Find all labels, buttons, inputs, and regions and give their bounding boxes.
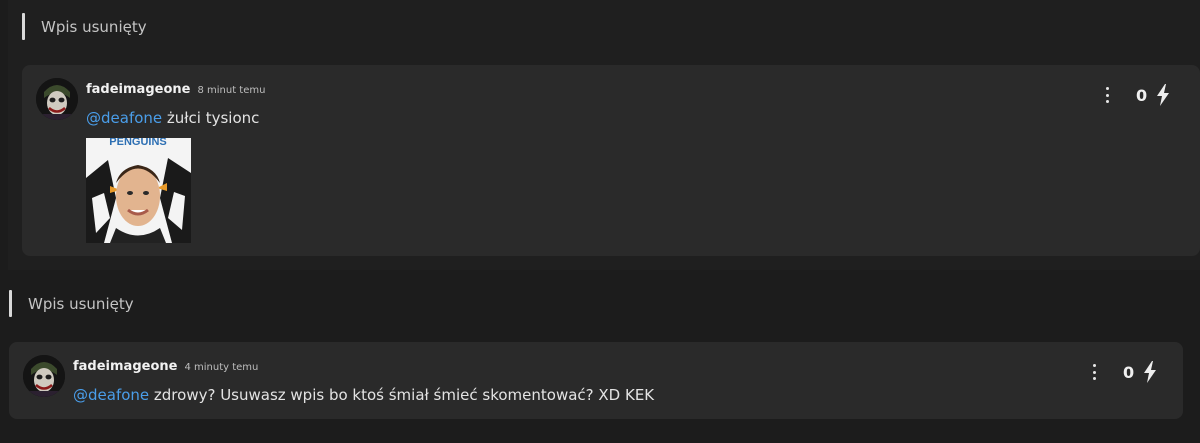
lightning-bolt-icon[interactable] — [1143, 361, 1157, 383]
deleted-post-label: Wpis usunięty — [41, 17, 147, 36]
timestamp[interactable]: 4 minuty temu — [184, 362, 258, 373]
username[interactable]: fadeimageone — [86, 82, 190, 97]
more-vertical-icon[interactable] — [1104, 87, 1110, 103]
vote-score: 0 — [1136, 85, 1148, 105]
username[interactable]: fadeimageone — [73, 359, 177, 374]
comment-text: @deafone zdrowy? Usuwasz wpis bo ktoś śm… — [73, 386, 654, 404]
timestamp[interactable]: 8 minut temu — [197, 85, 265, 96]
vote-score: 0 — [1123, 362, 1135, 382]
comment-card: fadeimageone 8 minut temu @deafone żułci… — [22, 65, 1200, 256]
avatar[interactable] — [23, 355, 65, 397]
joker-avatar-icon — [36, 78, 78, 120]
deleted-post-notice: Wpis usunięty — [9, 290, 134, 317]
thread-2: Wpis usunięty fadeimageone 4 minuty temu… — [0, 270, 1200, 443]
deleted-post-label: Wpis usunięty — [28, 294, 134, 313]
mention-link[interactable]: @deafone — [73, 386, 149, 404]
lightning-bolt-icon[interactable] — [1156, 84, 1170, 106]
comment-meta: fadeimageone 4 minuty temu — [73, 359, 258, 374]
joker-avatar-icon — [23, 355, 65, 397]
movie-poster-thumbnail: PENGUINS — [86, 138, 191, 243]
mention-link[interactable]: @deafone — [86, 109, 162, 127]
comment-text: @deafone żułci tysionc — [86, 109, 259, 127]
comment-meta: fadeimageone 8 minut temu — [86, 82, 265, 97]
poster-title: PENGUINS — [109, 138, 166, 148]
avatar[interactable] — [36, 78, 78, 120]
deleted-post-notice: Wpis usunięty — [22, 13, 147, 40]
comment-body: żułci tysionc — [162, 109, 260, 127]
comment-actions: 0 — [1104, 84, 1170, 106]
more-vertical-icon[interactable] — [1091, 364, 1097, 380]
comment-body: zdrowy? Usuwasz wpis bo ktoś śmiał śmieć… — [149, 386, 655, 404]
quote-bar — [22, 13, 25, 40]
comment-card: fadeimageone 4 minuty temu @deafone zdro… — [9, 342, 1183, 419]
quote-bar — [9, 290, 12, 317]
comment-image[interactable]: PENGUINS — [86, 138, 191, 243]
comment-actions: 0 — [1091, 361, 1157, 383]
thread-1: Wpis usunięty fadeimageone 8 minut temu … — [8, 0, 1200, 270]
